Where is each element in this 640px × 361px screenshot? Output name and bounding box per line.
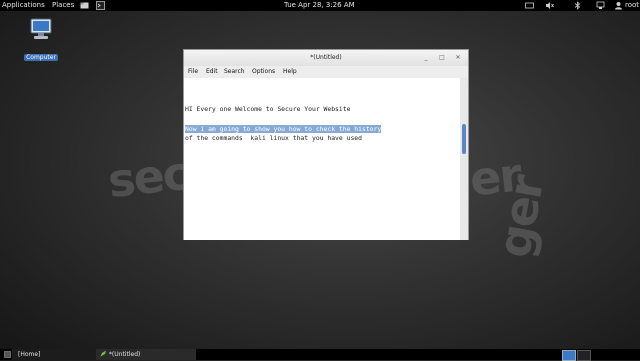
bluetooth-icon[interactable] bbox=[573, 1, 582, 10]
bottom-panel: [Home] *(Untitled) bbox=[0, 349, 640, 361]
gedit-window: *(Untitled) _ □ ✕ File Edit Search Optio… bbox=[183, 49, 469, 240]
computer-desktop-icon[interactable]: Computer bbox=[22, 18, 60, 63]
taskbar-item-editor[interactable]: *(Untitled) bbox=[96, 349, 196, 360]
workspace-1[interactable] bbox=[562, 350, 576, 361]
window-titlebar[interactable]: *(Untitled) _ □ ✕ bbox=[184, 50, 468, 67]
taskbar-item-home[interactable]: [Home] bbox=[12, 349, 98, 360]
menu-help[interactable]: Help bbox=[283, 66, 297, 78]
editor-line: HI Every one Welcome to Secure Your Webs… bbox=[185, 105, 351, 113]
maximize-button[interactable]: □ bbox=[437, 53, 447, 62]
close-button[interactable]: ✕ bbox=[453, 53, 463, 62]
vertical-scrollbar[interactable] bbox=[460, 78, 468, 240]
show-desktop-icon[interactable] bbox=[4, 351, 11, 358]
menu-search[interactable]: Search bbox=[224, 66, 245, 78]
wallpaper-watermark-secure: sec bbox=[105, 145, 191, 209]
minimize-button[interactable]: _ bbox=[421, 53, 431, 62]
text-editor-area[interactable]: HI Every one Welcome to Secure Your Webs… bbox=[184, 78, 460, 240]
applications-menu[interactable]: Applications bbox=[2, 0, 45, 11]
computer-icon-label: Computer bbox=[24, 54, 58, 61]
menu-options[interactable]: Options bbox=[252, 66, 275, 78]
menu-edit[interactable]: Edit bbox=[206, 66, 218, 78]
gedit-icon bbox=[100, 350, 106, 357]
filemanager-icon[interactable] bbox=[80, 1, 89, 10]
volume-icon[interactable] bbox=[545, 1, 554, 10]
taskbar-home-label: [Home] bbox=[18, 351, 41, 358]
user-name[interactable]: root bbox=[625, 0, 639, 11]
menubar: File Edit Search Options Help bbox=[184, 66, 468, 78]
taskbar-editor-label: *(Untitled) bbox=[108, 351, 141, 358]
scrollbar-thumb[interactable] bbox=[462, 124, 466, 154]
menu-file[interactable]: File bbox=[188, 66, 198, 78]
places-menu[interactable]: Places bbox=[52, 0, 74, 11]
workspace-2[interactable] bbox=[577, 350, 591, 361]
clock[interactable]: Tue Apr 28, 3:26 AM bbox=[284, 0, 355, 11]
editor-line-selected: Now i am going to show you how to check … bbox=[185, 125, 382, 133]
terminal-icon[interactable] bbox=[96, 1, 105, 10]
window-title: *(Untitled) bbox=[310, 54, 342, 61]
network-icon[interactable] bbox=[596, 1, 605, 10]
user-icon[interactable] bbox=[614, 1, 623, 10]
computer-icon bbox=[30, 18, 52, 39]
keyboard-icon[interactable] bbox=[525, 1, 534, 10]
top-panel: Applications Places Tue Apr 28, 3:26 AM … bbox=[0, 0, 640, 11]
editor-line: of the commands kali linux that you have… bbox=[185, 134, 362, 142]
